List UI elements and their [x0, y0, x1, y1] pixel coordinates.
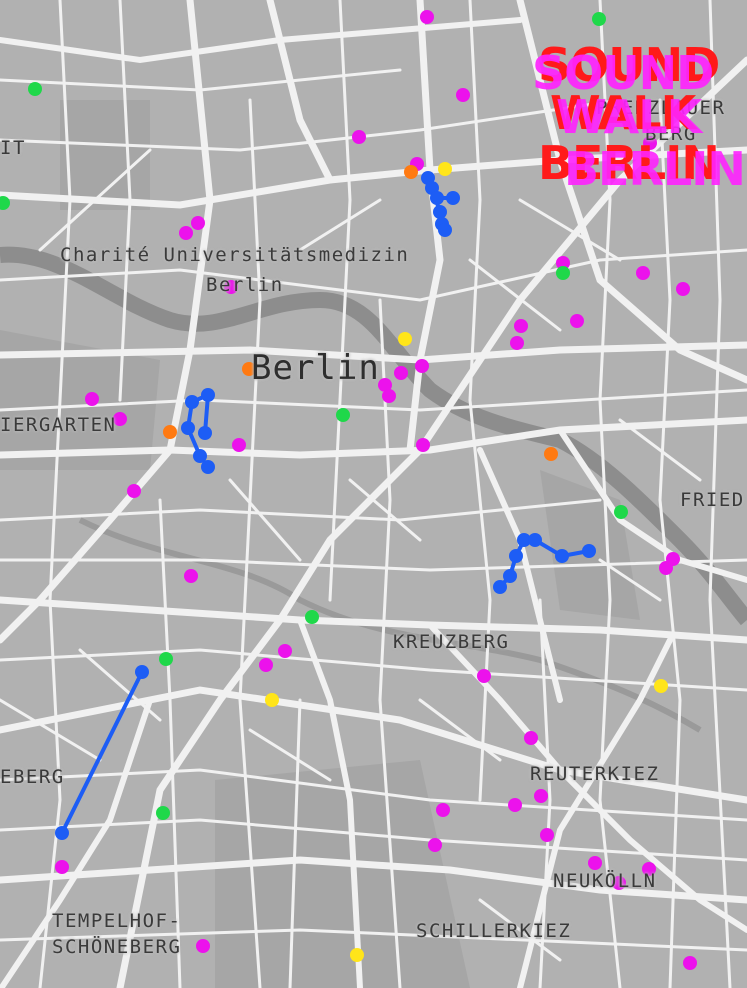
sound-marker-green[interactable] [159, 652, 173, 666]
sound-marker-green[interactable] [556, 266, 570, 280]
sound-marker-magenta[interactable] [510, 336, 524, 350]
sound-marker-green[interactable] [614, 505, 628, 519]
sound-marker-magenta[interactable] [232, 438, 246, 452]
sound-marker-magenta[interactable] [191, 216, 205, 230]
sound-marker-magenta[interactable] [514, 319, 528, 333]
label-eberg: EBERG [0, 766, 65, 788]
route-waypoint[interactable] [528, 533, 542, 547]
route-waypoint[interactable] [433, 205, 447, 219]
route-waypoint[interactable] [582, 544, 596, 558]
sound-marker-magenta[interactable] [588, 856, 602, 870]
sound-marker-magenta[interactable] [382, 389, 396, 403]
route-waypoint[interactable] [503, 569, 517, 583]
sound-marker-magenta[interactable] [428, 838, 442, 852]
city-label: Berlin [251, 348, 380, 388]
logo-line-walk-overlay: WALK [556, 90, 702, 144]
sound-marker-magenta[interactable] [683, 956, 697, 970]
sound-marker-magenta[interactable] [179, 226, 193, 240]
route-waypoint[interactable] [181, 421, 195, 435]
route-waypoint[interactable] [493, 580, 507, 594]
route-waypoint[interactable] [438, 223, 452, 237]
sound-marker-green[interactable] [305, 610, 319, 624]
sound-marker-magenta[interactable] [394, 366, 408, 380]
sound-walk-berlin-logo: SOUND SOUND WALK WALK BERLIN BERLIN [532, 42, 746, 196]
sound-marker-magenta[interactable] [436, 803, 450, 817]
sound-marker-magenta[interactable] [676, 282, 690, 296]
sound-marker-green[interactable] [336, 408, 350, 422]
sound-marker-magenta[interactable] [196, 939, 210, 953]
route-waypoint[interactable] [430, 191, 444, 205]
map-view[interactable]: Berlin Charité Universitätsmedizin Berli… [0, 0, 747, 988]
sound-marker-magenta[interactable] [570, 314, 584, 328]
sound-marker-magenta[interactable] [508, 798, 522, 812]
sound-marker-yellow[interactable] [398, 332, 412, 346]
sound-marker-orange[interactable] [404, 165, 418, 179]
label-schillerkiez: SCHILLERKIEZ [416, 920, 572, 942]
sound-marker-yellow[interactable] [654, 679, 668, 693]
label-kreuzberg: KREUZBERG [393, 631, 510, 653]
label-charite-berlin: Berlin [206, 274, 284, 296]
sound-marker-yellow[interactable] [265, 693, 279, 707]
route-waypoint[interactable] [201, 388, 215, 402]
route-waypoint[interactable] [55, 826, 69, 840]
route-waypoint[interactable] [198, 426, 212, 440]
sound-marker-magenta[interactable] [636, 266, 650, 280]
sound-marker-magenta[interactable] [659, 561, 673, 575]
label-tempelhof: TEMPELHOF- [52, 910, 182, 932]
sound-marker-magenta[interactable] [540, 828, 554, 842]
sound-marker-orange[interactable] [544, 447, 558, 461]
sound-marker-magenta[interactable] [524, 731, 538, 745]
logo-line-berlin-overlay: BERLIN [564, 142, 746, 196]
label-neukoelln: NEUKÖLLN [553, 870, 657, 892]
sound-marker-green[interactable] [28, 82, 42, 96]
sound-marker-orange[interactable] [163, 425, 177, 439]
sound-marker-yellow[interactable] [438, 162, 452, 176]
sound-marker-yellow[interactable] [350, 948, 364, 962]
label-tiergarten: IERGARTEN [0, 414, 117, 436]
sound-marker-magenta[interactable] [127, 484, 141, 498]
label-it: IT [0, 137, 26, 159]
route-waypoint[interactable] [446, 191, 460, 205]
sound-marker-magenta[interactable] [420, 10, 434, 24]
sound-marker-magenta[interactable] [278, 644, 292, 658]
sound-marker-magenta[interactable] [456, 88, 470, 102]
route-waypoint[interactable] [185, 395, 199, 409]
route-waypoint[interactable] [135, 665, 149, 679]
sound-marker-magenta[interactable] [352, 130, 366, 144]
sound-marker-magenta[interactable] [55, 860, 69, 874]
sound-marker-magenta[interactable] [259, 658, 273, 672]
sound-marker-magenta[interactable] [416, 438, 430, 452]
sound-marker-green[interactable] [156, 806, 170, 820]
label-fried: FRIED [680, 489, 745, 511]
sound-marker-magenta[interactable] [477, 669, 491, 683]
sound-marker-green[interactable] [592, 12, 606, 26]
label-charite: Charité Universitätsmedizin [60, 244, 410, 266]
route-waypoint[interactable] [201, 460, 215, 474]
label-reuterkiez: REUTERKIEZ [530, 763, 660, 785]
sound-marker-magenta[interactable] [534, 789, 548, 803]
sound-marker-magenta[interactable] [184, 569, 198, 583]
route-waypoint[interactable] [509, 549, 523, 563]
sound-marker-magenta[interactable] [85, 392, 99, 406]
sound-marker-magenta[interactable] [415, 359, 429, 373]
label-schoeneberg: SCHÖNEBERG [52, 936, 182, 958]
route-waypoint[interactable] [555, 549, 569, 563]
